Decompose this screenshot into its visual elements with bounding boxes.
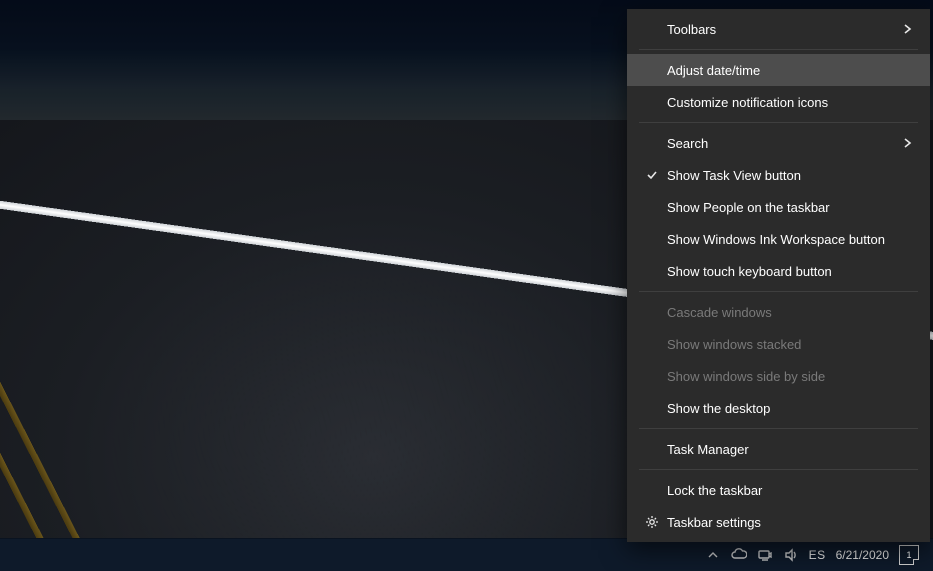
menu-item-label: Adjust date/time [667,63,898,78]
language-indicator[interactable]: ES [809,548,826,562]
menu-item-label: Task Manager [667,442,898,457]
menu-item-show-touch-keyboard-button[interactable]: Show touch keyboard button [627,255,930,287]
taskbar-date[interactable]: 6/21/2020 [836,548,889,562]
menu-item-show-windows-stacked: Show windows stacked [627,328,930,360]
menu-item-label: Show windows side by side [667,369,898,384]
menu-separator [639,122,918,123]
menu-item-show-the-desktop[interactable]: Show the desktop [627,392,930,424]
menu-item-task-manager[interactable]: Task Manager [627,433,930,465]
menu-item-label: Show Task View button [667,168,898,183]
chevron-right-icon [898,22,916,36]
menu-separator [639,428,918,429]
menu-item-label: Show People on the taskbar [667,200,898,215]
menu-item-show-task-view-button[interactable]: Show Task View button [627,159,930,191]
action-center-notch-icon [913,559,919,565]
menu-separator [639,49,918,50]
menu-item-label: Toolbars [667,22,898,37]
menu-item-label: Taskbar settings [667,515,898,530]
menu-item-customize-notification-icons[interactable]: Customize notification icons [627,86,930,118]
menu-item-taskbar-settings[interactable]: Taskbar settings [627,506,930,538]
menu-item-lock-the-taskbar[interactable]: Lock the taskbar [627,474,930,506]
menu-separator [639,469,918,470]
menu-item-search[interactable]: Search [627,127,930,159]
taskbar-context-menu: Toolbars Adjust date/time Customize noti… [627,9,930,542]
gear-icon [641,515,663,529]
menu-item-label: Show Windows Ink Workspace button [667,232,898,247]
check-icon [641,168,663,182]
action-center-icon[interactable]: 1 [899,545,919,565]
menu-item-toolbars[interactable]: Toolbars [627,13,930,45]
menu-item-label: Customize notification icons [667,95,898,110]
menu-item-show-windows-side-by-side: Show windows side by side [627,360,930,392]
menu-item-label: Show windows stacked [667,337,898,352]
taskbar[interactable]: ES 6/21/2020 1 [0,538,933,571]
network-icon[interactable] [757,547,773,563]
menu-item-cascade-windows: Cascade windows [627,296,930,328]
system-tray: ES 6/21/2020 1 [697,539,933,571]
menu-item-adjust-date-time[interactable]: Adjust date/time [627,54,930,86]
menu-item-label: Lock the taskbar [667,483,898,498]
menu-item-show-people-on-taskbar[interactable]: Show People on the taskbar [627,191,930,223]
menu-item-label: Show touch keyboard button [667,264,898,279]
menu-separator [639,291,918,292]
onedrive-icon[interactable] [731,547,747,563]
volume-icon[interactable] [783,547,799,563]
menu-item-label: Show the desktop [667,401,898,416]
menu-item-show-ink-workspace-button[interactable]: Show Windows Ink Workspace button [627,223,930,255]
menu-item-label: Cascade windows [667,305,898,320]
action-center-count: 1 [906,550,911,560]
chevron-right-icon [898,136,916,150]
menu-item-label: Search [667,136,898,151]
tray-overflow-icon[interactable] [705,547,721,563]
